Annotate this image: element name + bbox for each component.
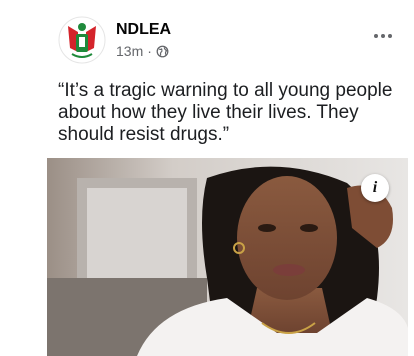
info-button[interactable]: i [361,174,389,202]
post-timestamp[interactable]: 13m [116,43,143,59]
meta-separator: · [147,43,152,59]
post-header: NDLEA 13m · [58,16,414,64]
page-avatar[interactable] [58,16,106,64]
more-options-icon[interactable] [372,30,394,42]
feed-post: NDLEA 13m · “It’s a tragic warning to al… [0,0,414,356]
globe-icon [156,45,169,57]
author-name[interactable]: NDLEA [116,21,171,39]
ndlea-logo-icon [58,16,106,64]
info-icon: i [372,179,378,196]
post-photo[interactable]: i [47,158,408,356]
portrait-image [47,158,408,356]
post-meta: 13m · [116,43,169,59]
post-caption: “It’s a tragic warning to all young peop… [58,80,393,145]
